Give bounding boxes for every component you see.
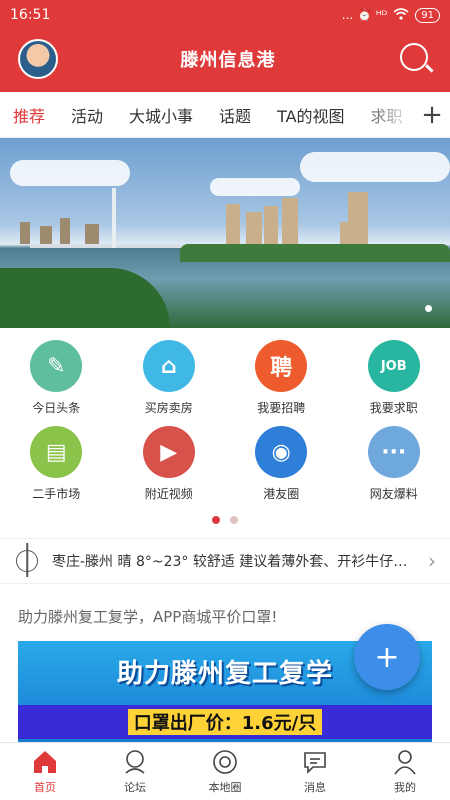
chevron-right-icon: ›	[428, 549, 436, 573]
message-icon	[304, 752, 326, 774]
battery-icon: 91	[415, 7, 440, 23]
grid-item-headlines[interactable]: ✎ 今日头条	[0, 340, 113, 416]
tab-topics[interactable]: 话题	[206, 103, 264, 127]
status-time: 16:51	[10, 7, 51, 23]
home-icon	[34, 751, 56, 773]
grid-item-job-seek[interactable]: JOB 我要求职	[338, 340, 450, 416]
wifi-icon	[393, 7, 409, 23]
shop-icon: ▤	[30, 426, 83, 478]
edit-icon: ✎	[30, 340, 83, 392]
grid-item-second-hand[interactable]: ▤ 二手市场	[0, 426, 113, 502]
sun-icon	[16, 550, 38, 572]
play-icon: ▶	[142, 426, 195, 478]
chat-icon: ···	[367, 426, 420, 478]
nav-forum[interactable]: 论坛	[90, 743, 180, 800]
house-icon: ⌂	[142, 340, 195, 392]
weather-bar[interactable]: 枣庄-滕州 晴 8°~23° 较舒适 建议着薄外套、开衫牛仔裤等服装。 ›	[0, 538, 450, 584]
promo-price: 口罩出厂价：1.6元/只	[127, 709, 323, 735]
tab-ta-view[interactable]: TA的视图	[264, 103, 357, 127]
add-tab-icon[interactable]: +	[414, 92, 450, 137]
status-indicators: ... ⏰ ᴴᴰ	[341, 8, 388, 22]
hire-icon: 聘	[255, 340, 308, 392]
tab-activity[interactable]: 活动	[58, 103, 116, 127]
nav-messages[interactable]: 消息	[270, 743, 360, 800]
notice-title[interactable]: 助力滕州复工复学，APP商城平价口罩!	[18, 606, 432, 627]
pager-dot[interactable]	[230, 516, 238, 524]
grid-item-recruit[interactable]: 聘 我要招聘	[225, 340, 338, 416]
grid-item-friends-circle[interactable]: ◉ 港友圈	[225, 426, 338, 502]
profile-icon	[394, 750, 416, 775]
nav-home[interactable]: 首页	[0, 743, 90, 800]
app-header: 滕州信息港	[0, 30, 450, 92]
grid-item-tips[interactable]: ··· 网友爆料	[338, 426, 450, 502]
banner-indicator	[425, 305, 432, 312]
tab-city-stories[interactable]: 大城小事	[116, 103, 206, 127]
status-bar: 16:51 ... ⏰ ᴴᴰ 91	[0, 0, 450, 30]
local-circle-icon	[213, 750, 237, 774]
bottom-nav: 首页 论坛 本地圈 消息 我的	[0, 742, 450, 800]
avatar[interactable]	[18, 39, 58, 79]
banner-carousel[interactable]	[0, 138, 450, 328]
grid-item-real-estate[interactable]: ⌂ 买房卖房	[113, 340, 226, 416]
weather-text: 枣庄-滕州 晴 8°~23° 较舒适 建议着薄外套、开衫牛仔裤等服装。	[52, 554, 418, 570]
post-button[interactable]: +	[354, 624, 420, 690]
nav-profile[interactable]: 我的	[360, 743, 450, 800]
location-icon: ◉	[255, 426, 308, 478]
nav-local-circle[interactable]: 本地圈	[180, 743, 270, 800]
category-tabs: 推荐 活动 大城小事 话题 TA的视图 求职 +	[0, 92, 450, 138]
tab-recommend[interactable]: 推荐	[0, 103, 58, 127]
job-icon: JOB	[367, 340, 420, 392]
app-screen: 16:51 ... ⏰ ᴴᴰ 91 滕州信息港 推荐 活动 大城小事 话题 TA…	[0, 0, 450, 800]
forum-icon	[125, 750, 145, 774]
grid-pager	[0, 516, 450, 524]
pager-dot-active[interactable]	[212, 516, 220, 524]
top-bar: 16:51 ... ⏰ ᴴᴰ 91 滕州信息港	[0, 0, 450, 92]
search-icon[interactable]	[398, 41, 434, 77]
page-title: 滕州信息港	[180, 50, 276, 71]
grid-item-nearby-video[interactable]: ▶ 附近视频	[113, 426, 226, 502]
shortcut-grid: ✎ 今日头条 ⌂ 买房卖房 聘 我要招聘 JOB 我要求职 ▤ 二手市场 ▶ 附…	[0, 328, 450, 502]
